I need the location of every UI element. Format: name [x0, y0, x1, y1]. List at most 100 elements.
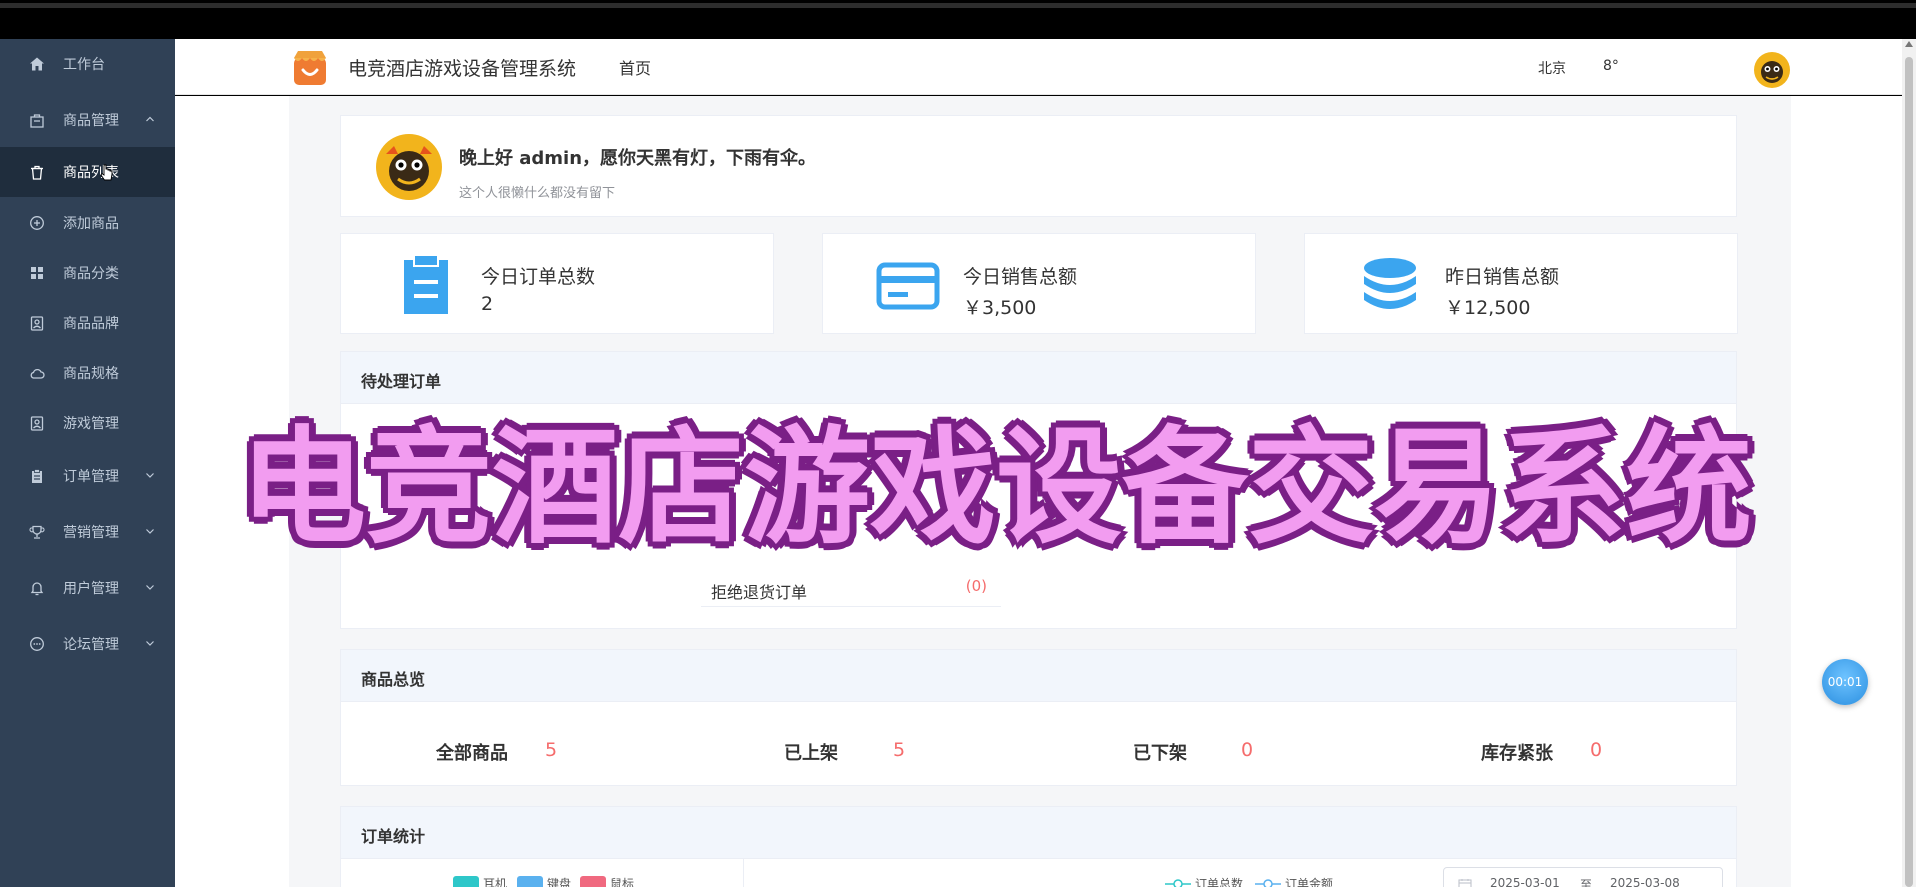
stat-label: 昨日销售总额 — [1445, 266, 1560, 288]
overview-row: 全部商品 5 已上架 5 已下架 0 库存紧张 0 — [341, 702, 1736, 787]
trash-icon — [27, 162, 47, 182]
overview-value[interactable]: 0 — [1590, 739, 1602, 761]
welcome-avatar — [376, 134, 442, 200]
badge-icon — [27, 313, 47, 333]
sidebar-item-user-management[interactable]: 用户管理 — [0, 563, 175, 613]
weather-temp: 8° — [1603, 58, 1619, 74]
stat-card-today-orders: 今日订单总数 2 — [340, 233, 774, 334]
system-title: 电竞酒店游戏设备管理系统 — [348, 58, 577, 80]
clipboard-icon — [404, 254, 448, 314]
overview-label: 库存紧张 — [1481, 743, 1553, 764]
chevron-down-icon — [146, 529, 154, 534]
overview-label: 全部商品 — [436, 743, 508, 764]
recording-timer[interactable]: 00:01 — [1822, 659, 1868, 705]
sidebar-item-label: 添加商品 — [63, 216, 119, 232]
home-link[interactable]: 首页 — [619, 55, 651, 79]
chevron-up-icon — [146, 116, 154, 122]
sidebar-item-order-management[interactable]: 订单管理 — [0, 451, 175, 501]
legend-swatch-keyboard[interactable] — [517, 876, 543, 887]
date-start-input[interactable]: 2025-03-01 — [1490, 876, 1560, 887]
product-overview-card: 商品总览 全部商品 5 已上架 5 已下架 0 库存紧张 0 — [340, 649, 1737, 786]
overview-value[interactable]: 5 — [893, 739, 905, 761]
order-row-rejected-returns[interactable]: 拒绝退货订单 (0) — [701, 569, 1001, 607]
overview-value[interactable]: 0 — [1241, 739, 1253, 761]
sidebar-item-product-brand[interactable]: 商品品牌 — [0, 298, 175, 348]
legend-label: 键盘 — [547, 877, 572, 887]
clipboard-icon — [27, 466, 47, 486]
legend-swatch-mouse[interactable] — [580, 876, 606, 887]
chevron-down-icon — [146, 585, 154, 590]
grid-icon — [27, 263, 47, 283]
legend-label: 订单总数 — [1195, 877, 1244, 887]
sidebar-item-workbench[interactable]: 工作台 — [0, 39, 175, 89]
overview-value[interactable]: 5 — [545, 739, 557, 761]
line-legend-icon[interactable] — [1165, 878, 1191, 887]
sidebar-item-product-list[interactable]: 商品列表 — [0, 147, 175, 197]
sidebar-item-game-management[interactable]: 游戏管理 — [0, 398, 175, 448]
stat-card-yesterday-sales: 昨日销售总额 ￥12,500 — [1304, 233, 1738, 334]
sidebar-item-forum-management[interactable]: 论坛管理 — [0, 619, 175, 669]
sidebar-item-label: 商品分类 — [63, 266, 119, 282]
sidebar-item-add-product[interactable]: 添加商品 — [0, 198, 175, 248]
card-title: 商品总览 — [361, 670, 426, 689]
database-icon — [1364, 258, 1416, 309]
date-separator: 至 — [1580, 878, 1593, 887]
card-header: 待处理订单 — [341, 352, 1736, 404]
sidebar-item-label: 游戏管理 — [63, 416, 119, 432]
legend-label: 鼠标 — [610, 877, 635, 887]
calendar-icon — [1458, 879, 1472, 887]
sidebar-item-label: 商品规格 — [63, 366, 119, 382]
shop-logo-icon — [294, 51, 326, 85]
sidebar-item-product-management[interactable]: 商品管理 — [0, 95, 175, 145]
credit-card-icon — [876, 262, 940, 310]
welcome-card: 晚上好 admin，愿你天黑有灯，下雨有伞。 这个人很懒什么都没有留下 — [340, 115, 1737, 217]
card-title: 订单统计 — [361, 827, 426, 846]
card-header: 订单统计 — [341, 807, 1736, 859]
legend-label: 订单金额 — [1285, 877, 1334, 887]
stat-value: 2 — [481, 293, 494, 315]
sidebar-item-label: 商品品牌 — [63, 316, 119, 332]
screen-top-bar — [0, 0, 1916, 39]
stat-label: 今日销售总额 — [963, 266, 1078, 288]
page-scrollbar[interactable] — [1902, 39, 1916, 887]
order-stats-card: 订单统计 耳机 键盘 鼠标 订单总数 订单金额 2025-03-01 至 202… — [340, 806, 1737, 887]
scrollbar-thumb[interactable] — [1905, 57, 1913, 887]
weather-city: 北京 — [1538, 61, 1566, 77]
overview-label: 已上架 — [784, 743, 838, 764]
line-legend-icon[interactable] — [1255, 878, 1281, 887]
order-row-count: (0) — [965, 577, 987, 595]
order-row-label: 拒绝退货订单 — [711, 583, 808, 602]
bell-icon — [27, 578, 47, 598]
pointer-cursor-icon — [100, 164, 113, 181]
date-range-picker[interactable]: 2025-03-01 至 2025-03-08 — [1443, 867, 1723, 887]
date-end-input[interactable]: 2025-03-08 — [1610, 876, 1680, 887]
sidebar-item-label: 订单管理 — [63, 469, 119, 485]
sidebar-item-product-spec[interactable]: 商品规格 — [0, 348, 175, 398]
card-header: 商品总览 — [341, 650, 1736, 702]
badge-icon — [27, 413, 47, 433]
legend-label: 耳机 — [483, 877, 508, 887]
scroll-up-icon[interactable] — [1905, 41, 1913, 47]
cloud-icon — [27, 363, 47, 383]
stat-label: 今日订单总数 — [481, 266, 596, 288]
chevron-down-icon — [146, 473, 154, 478]
sidebar-item-product-category[interactable]: 商品分类 — [0, 248, 175, 298]
sidebar-item-marketing-management[interactable]: 营销管理 — [0, 507, 175, 557]
stat-card-today-sales: 今日销售总额 ￥3,500 — [822, 233, 1256, 334]
trophy-icon — [27, 522, 47, 542]
home-icon — [27, 54, 47, 74]
overview-label: 已下架 — [1133, 743, 1187, 764]
sidebar-item-label: 营销管理 — [63, 525, 119, 541]
stat-value: ￥12,500 — [1445, 297, 1531, 319]
legend-swatch-headphones[interactable] — [453, 876, 479, 887]
top-header: 电竞酒店游戏设备管理系统 首页 北京 8° — [175, 39, 1902, 95]
sidebar-item-label: 商品管理 — [63, 113, 119, 129]
plus-circle-icon — [27, 213, 47, 233]
sidebar-item-label: 论坛管理 — [63, 637, 119, 653]
stat-value: ￥3,500 — [963, 297, 1037, 319]
greeting-text: 晚上好 admin，愿你天黑有灯，下雨有伞。 — [459, 148, 817, 169]
user-avatar[interactable] — [1754, 52, 1790, 88]
overlay-banner-title: 电竞酒店游戏设备交易系统 — [239, 413, 1754, 563]
chevron-down-icon — [146, 641, 154, 646]
sidebar: 工作台 商品管理 商品列表 添加商品 商品分类 商品品牌 商品规格 游戏管理 订… — [0, 39, 175, 887]
